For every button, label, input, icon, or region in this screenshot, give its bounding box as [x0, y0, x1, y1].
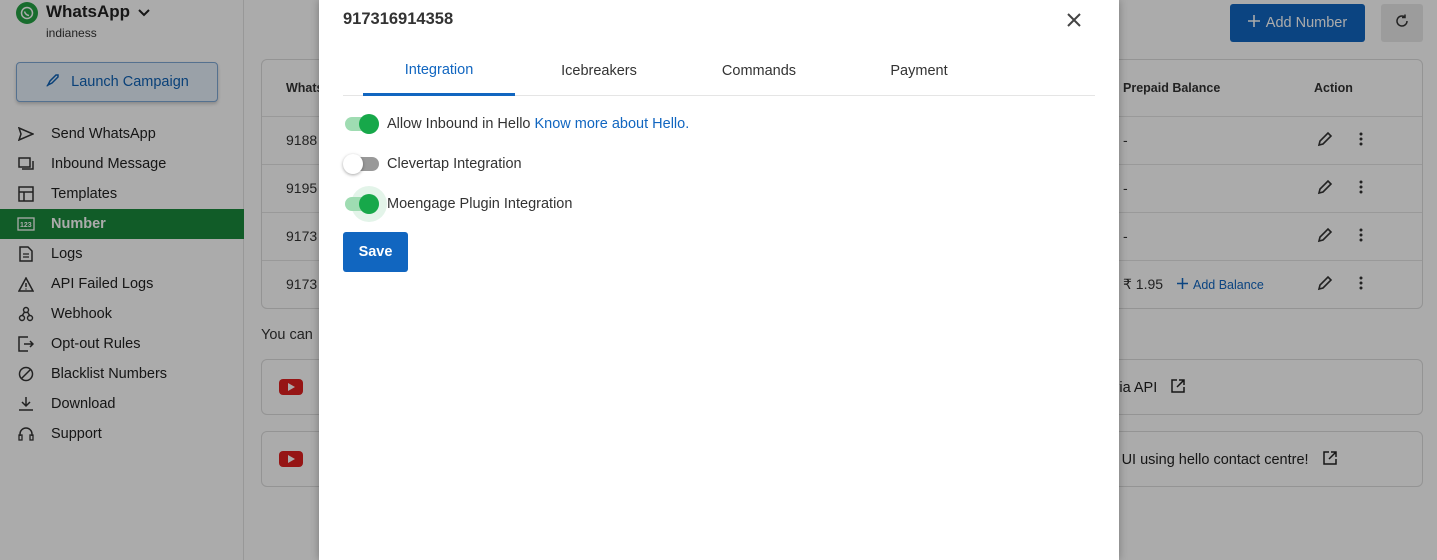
allow-inbound-toggle[interactable]: [343, 112, 379, 136]
dialog-tabs: Integration Icebreakers Commands Payment: [343, 50, 1095, 96]
clevertap-label: Clevertap Integration: [387, 156, 522, 172]
tab-commands[interactable]: Commands: [683, 50, 835, 96]
allow-inbound-label: Allow Inbound in Hello: [387, 116, 531, 132]
allow-inbound-row: Allow Inbound in Hello Know more about H…: [343, 112, 689, 136]
moengage-toggle[interactable]: [343, 186, 387, 222]
tab-icebreakers[interactable]: Icebreakers: [523, 50, 675, 96]
number-settings-dialog: 917316914358 Integration Icebreakers Com…: [319, 0, 1119, 560]
moengage-label: Moengage Plugin Integration: [387, 196, 573, 212]
clevertap-toggle[interactable]: [343, 152, 379, 176]
know-more-link[interactable]: Know more about Hello.: [534, 116, 689, 132]
clevertap-row: Clevertap Integration: [343, 152, 522, 176]
dialog-title: 917316914358: [343, 10, 454, 28]
moengage-row: Moengage Plugin Integration: [343, 186, 573, 222]
close-icon[interactable]: [1063, 9, 1085, 31]
tab-integration[interactable]: Integration: [363, 50, 515, 96]
save-button[interactable]: Save: [343, 232, 408, 272]
tab-payment[interactable]: Payment: [843, 50, 995, 96]
